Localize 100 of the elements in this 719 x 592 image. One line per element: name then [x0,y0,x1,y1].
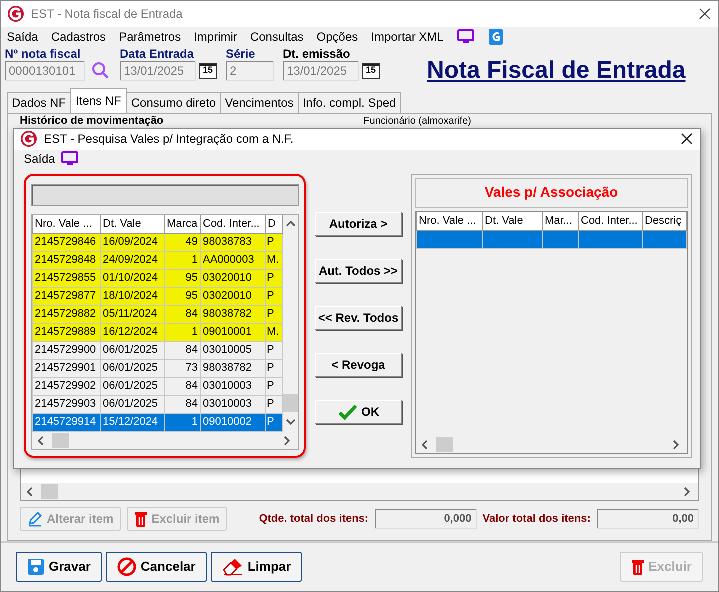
page-title: Nota Fiscal de Entrada [427,56,686,86]
action-button[interactable]: Aut. Todos >> [315,258,402,282]
menu-item[interactable]: Saída [24,150,56,168]
dialog-title: EST - Pesquisa Vales p/ Integração com a N.F. [44,131,294,148]
table-cell: 49 [164,234,200,252]
monitor-icon[interactable] [456,29,475,45]
table-cell: 2145729900 [32,342,100,360]
table-cell: 03020010 [200,270,266,288]
footer-button[interactable]: Gravar [16,552,102,582]
vertical-scrollbar[interactable] [283,214,298,432]
menu-item[interactable]: Importar XML [371,28,444,46]
book-icon[interactable] [488,28,504,46]
footer-button[interactable]: Limpar [210,552,302,582]
table-row[interactable]: 2145729900 06/01/2025 84 03010005 P [32,342,282,360]
tab[interactable]: Info. compl. Sped [298,92,402,113]
table-row[interactable] [416,230,686,248]
total-label: Valor total dos itens: [482,512,591,527]
table-row[interactable]: 2145729902 06/01/2025 84 03010003 P [32,378,282,396]
input-field[interactable]: 2 [226,61,274,81]
table-row[interactable]: 2145729914 15/12/2024 1 09010002 P [32,414,282,432]
total-field: 0,000 [374,509,477,529]
table-cell: 2145729903 [32,396,100,414]
horizontal-scrollbar[interactable] [21,483,698,500]
column-header[interactable]: Descriç [642,212,686,230]
table-cell: 2145729901 [32,360,100,378]
menu-item[interactable]: Saída [7,28,38,46]
table-cell: 98038782 [200,306,266,324]
scrollbar-thumb[interactable] [52,433,69,448]
menu-item[interactable]: Opções [316,28,358,46]
table-cell: 84 [164,378,200,396]
close-icon[interactable] [698,7,712,21]
menu-item[interactable]: Imprimir [194,28,238,46]
table-cell: 2145729855 [32,270,100,288]
table-cell: 98038782 [200,360,266,378]
table-cell: 2145729914 [32,414,100,432]
column-header[interactable]: D [266,214,282,234]
action-button[interactable]: << Rev. Todos [315,306,402,330]
tab[interactable]: Itens NF [70,88,128,113]
table-cell: 2145729889 [32,324,100,342]
table-cell: 84 [164,306,200,324]
scrollbar-thumb[interactable] [41,484,58,499]
table-cell: 2145729882 [32,306,100,324]
field-label: Funcionário (almoxarife) [364,115,472,128]
input-field[interactable]: 13/01/2025 [283,61,359,81]
scrollbar-thumb[interactable] [283,394,298,412]
table-cell: 03010005 [200,342,266,360]
field-label: Nº nota fiscal [5,47,82,61]
table-row[interactable]: 2145729877 18/10/2024 95 03020010 P [32,288,282,306]
table-row[interactable]: 2145729846 16/09/2024 49 98038783 P [32,234,282,252]
input-field[interactable]: 0000130101 [5,61,85,81]
table-row[interactable]: 2145729889 16/12/2024 1 09010001 M. [32,324,282,342]
menu-item[interactable]: Consultas [250,28,304,46]
trash-icon [134,510,148,528]
table-cell: 24/09/2024 [100,252,164,270]
footer-button[interactable]: Cancelar [106,552,207,582]
input-field[interactable]: 13/01/2025 [120,61,196,81]
column-header[interactable]: Dt. Vale [482,212,542,230]
table-cell: 06/01/2025 [100,342,164,360]
tab[interactable]: Dados NF [7,92,72,113]
table-row[interactable]: 2145729882 05/11/2024 84 98038782 P [32,306,282,324]
calendar-button[interactable]: 15 [199,63,217,79]
column-header[interactable]: Nro. Vale ... [32,214,100,234]
table-cell: 95 [164,288,200,306]
action-button[interactable]: < Revoga [315,352,402,376]
scrollbar-thumb[interactable] [436,437,453,452]
eraser-icon [222,558,244,576]
total-field: 0,00 [596,509,700,529]
action-button[interactable]: Autoriza > [315,212,402,236]
table-cell: 06/01/2025 [100,360,164,378]
checkmark-icon [338,402,358,420]
table-cell: AA000003 [200,252,266,270]
column-header[interactable]: Cod. Inter... [200,214,266,234]
cancel-icon [116,557,137,577]
action-button[interactable]: OK [315,400,402,424]
table-row[interactable]: 2145729855 01/10/2024 95 03020010 P [32,270,282,288]
monitor-icon[interactable] [61,150,80,166]
search-icon[interactable] [91,61,111,81]
column-header[interactable]: Nro. Vale ... [416,212,482,230]
table-cell: 1 [164,324,200,342]
column-header[interactable]: Marca [164,214,200,234]
trash-icon [630,558,645,576]
table-cell: 73 [164,360,200,378]
column-header[interactable]: Dt. Vale [100,214,164,234]
table-row[interactable]: 2145729903 06/01/2025 84 03010003 P [32,396,282,414]
filter-field[interactable] [31,184,299,206]
menu-item[interactable]: Parâmetros [119,28,182,46]
menu-item[interactable]: Cadastros [51,28,106,46]
table-cell: 2145729848 [32,252,100,270]
calendar-button[interactable]: 15 [362,63,380,79]
column-header[interactable]: Cod. Inter... [578,212,642,230]
table-cell: 01/10/2024 [100,270,164,288]
close-icon[interactable] [680,132,694,146]
table-cell: 16/09/2024 [100,234,164,252]
table-row[interactable]: 2145729848 24/09/2024 1 AA000003 M. [32,252,282,270]
column-header[interactable]: Mar... [542,212,578,230]
horizontal-scrollbar[interactable] [32,432,298,449]
panel-title: Vales p/ Associação [415,178,688,208]
table-cell: 2145729846 [32,234,100,252]
table-cell: 09010002 [200,414,266,432]
table-row[interactable]: 2145729901 06/01/2025 73 98038782 P [32,360,282,378]
